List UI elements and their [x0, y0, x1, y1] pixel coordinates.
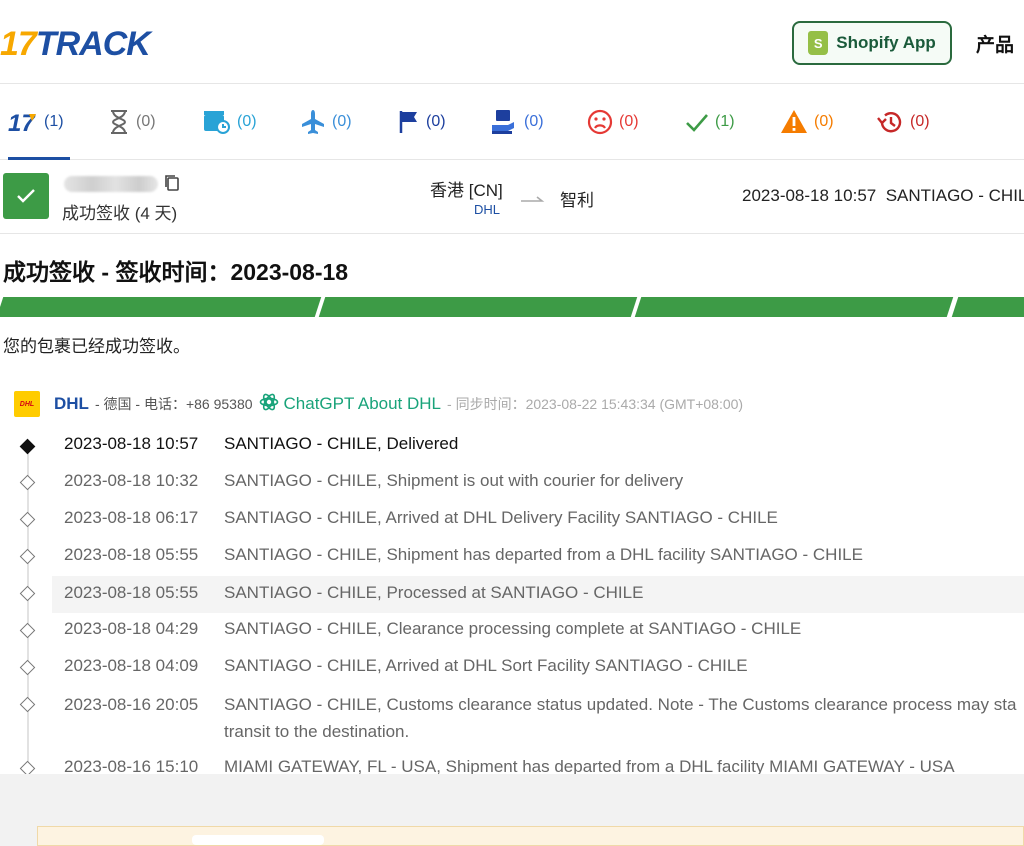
logo-text: TRACK	[35, 24, 151, 63]
tab-not-found[interactable]: (0)	[108, 84, 156, 160]
tracking-result-panel: 成功签收 (4 天) 香港 [CN] DHL 智利 2023-08-18 10:…	[0, 160, 1024, 774]
latest-event-time: 2023-08-18 10:57	[742, 186, 877, 205]
event-row: 2023-08-16 15:10 MIAMI GATEWAY, FL - USA,…	[64, 757, 955, 774]
tab-info-received[interactable]: (0)	[203, 84, 257, 160]
carrier-info-line: DHL DHL - 德国 - 电话：+86 95380 ChatGPT Abou…	[14, 390, 743, 418]
event-row: 2023-08-18 10:57 SANTIAGO - CHILE, Delive…	[64, 434, 459, 453]
17track-logo[interactable]: 17 TRACK	[0, 24, 151, 64]
tab-count: (0)	[237, 113, 257, 130]
tab-expired[interactable]: (0)	[876, 84, 930, 160]
event-row: 2023-08-18 04:09 SANTIAGO - CHILE, Arrive…	[64, 656, 748, 675]
carrier-country-phone: - 德国 - 电话：+86 95380	[94, 396, 253, 412]
timeline-dot-icon	[19, 548, 36, 565]
route-arrow-icon	[520, 191, 546, 209]
latest-event: 2023-08-18 10:57 SANTIAGO - CHILE	[742, 186, 1024, 206]
event-row: 2023-08-16 20:05 SANTIAGO - CHILE, Custom…	[64, 695, 1017, 741]
copy-icon[interactable]	[164, 174, 180, 197]
dhl-logo: DHL	[14, 391, 40, 417]
tab-undelivered[interactable]: (0)	[587, 84, 639, 160]
nav-products-menu[interactable]: 产品	[976, 30, 1014, 57]
timeline-dot-icon	[19, 659, 36, 676]
tab-delivered[interactable]: (1)	[685, 84, 735, 160]
carrier-name-link[interactable]: DHL	[54, 394, 89, 414]
chatgpt-about-carrier-link[interactable]: ChatGPT About DHL	[259, 392, 441, 417]
timeline-dot-icon	[19, 760, 36, 774]
event-row: 2023-08-18 10:32 SANTIAGO - CHILE, Shipme…	[64, 471, 684, 490]
progress-bar	[0, 297, 1024, 317]
checkmark-icon	[685, 111, 709, 133]
status-tabs: 17 (1) (0) (0) (0) (0) (0) (0) (1) (0) (…	[0, 84, 1024, 160]
site-header: 17 TRACK S Shopify App 产品	[0, 0, 1024, 84]
timeline-dot-icon	[19, 585, 36, 602]
warning-icon	[780, 109, 808, 135]
status-title: 成功签收 - 签收时间：2023-08-18	[3, 259, 349, 285]
tab-count: (0)	[524, 113, 544, 130]
status-description: 您的包裹已经成功签收。	[3, 337, 190, 356]
tab-count: (0)	[619, 113, 639, 130]
promo-card	[37, 826, 1024, 846]
shopify-app-button[interactable]: S Shopify App	[792, 21, 952, 65]
sad-face-icon	[587, 109, 613, 135]
flag-icon	[398, 110, 420, 134]
tab-count: (0)	[426, 113, 446, 130]
airplane-icon	[300, 109, 326, 135]
delivered-check-icon	[3, 173, 49, 219]
sync-time: - 同步时间：2023-08-22 15:43:34 (GMT+08:00)	[447, 396, 744, 412]
17track-all-icon: 17	[8, 110, 38, 134]
event-row-highlighted: 2023-08-18 05:55 SANTIAGO - CHILE, Proces…	[52, 576, 1024, 613]
timeline-dot-filled-icon	[19, 438, 36, 455]
shopify-app-label: Shopify App	[836, 33, 936, 52]
timeline-dot-icon	[19, 474, 36, 491]
tracking-summary-row[interactable]: 成功签收 (4 天) 香港 [CN] DHL 智利 2023-08-18 10:…	[0, 160, 1024, 234]
delivery-person-icon	[490, 109, 518, 135]
shopify-bag-icon: S	[808, 31, 829, 55]
tab-count: (0)	[910, 113, 930, 130]
promo-card-inner	[192, 835, 324, 845]
chatgpt-icon	[259, 392, 279, 417]
delivery-status-text: 成功签收 (4 天)	[62, 204, 178, 223]
carrier-link[interactable]: DHL	[474, 202, 500, 217]
timeline-dot-icon	[19, 696, 36, 713]
logo-number: 17	[0, 24, 37, 63]
origin-country: 香港 [CN]	[430, 181, 503, 200]
history-icon	[876, 109, 904, 135]
tab-out-for-delivery[interactable]: (0)	[490, 84, 544, 160]
latest-event-location: SANTIAGO - CHILE	[885, 186, 1024, 205]
tab-count: (1)	[715, 113, 735, 130]
timeline-dot-icon	[19, 622, 36, 639]
tab-alert[interactable]: (0)	[780, 84, 834, 160]
tab-count: (0)	[332, 113, 352, 130]
hourglass-icon	[108, 109, 130, 135]
tracking-number-blurred	[64, 176, 158, 192]
event-row: 2023-08-18 04:29 SANTIAGO - CHILE, Cleara…	[64, 619, 802, 638]
event-row: 2023-08-18 05:55 SANTIAGO - CHILE, Shipme…	[64, 545, 863, 564]
tab-all[interactable]: 17 (1)	[8, 84, 70, 160]
destination-country: 智利	[560, 191, 594, 210]
timeline-dot-icon	[19, 511, 36, 528]
tab-count: (1)	[44, 113, 64, 130]
tab-count: (0)	[136, 113, 156, 130]
svg-text:17: 17	[8, 110, 36, 134]
tab-in-transit[interactable]: (0)	[300, 84, 352, 160]
event-row: 2023-08-18 06:17 SANTIAGO - CHILE, Arrive…	[64, 508, 778, 527]
pickup-truck-icon	[203, 109, 231, 135]
tab-count: (0)	[814, 113, 834, 130]
tab-pickup[interactable]: (0)	[398, 84, 446, 160]
